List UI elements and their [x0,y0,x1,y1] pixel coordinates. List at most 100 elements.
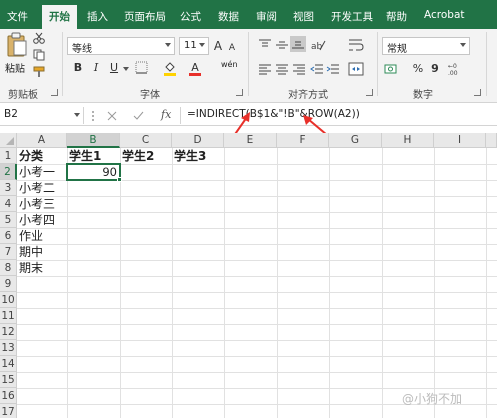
row-header[interactable]: 1 [0,148,17,164]
wrap-text-icon[interactable] [348,38,364,52]
tab-acrobat[interactable]: Acrobat [424,9,465,21]
row-header[interactable]: 7 [0,244,17,260]
tab-review[interactable]: 审阅 [256,9,277,24]
column-header[interactable]: E [224,133,277,148]
cell-D1[interactable]: 学生3 [172,148,224,164]
tab-help[interactable]: 帮助 [386,9,407,24]
right-align-icon[interactable] [292,63,306,75]
number-format-field[interactable]: 常规 [382,37,470,55]
paste-label: 粘贴 [5,64,25,75]
cell-A8[interactable]: 期末 [17,260,67,276]
row-header[interactable]: 5 [0,212,17,228]
cell-A2[interactable]: 小考一 [17,164,67,180]
name-box[interactable]: B2 [0,107,84,124]
middle-align-icon[interactable] [275,39,289,51]
font-launcher-icon[interactable] [236,89,243,96]
phonetic-button[interactable]: wén [221,60,238,69]
row-header[interactable]: 9 [0,276,17,292]
column-header[interactable]: A [17,133,67,148]
bottom-align-button[interactable] [290,36,306,52]
insert-function-icon[interactable]: fx [161,108,171,121]
font-color-button[interactable]: A [189,60,201,76]
font-size-field[interactable]: 11 [179,37,209,55]
row-header-selected[interactable]: 2 [0,164,17,180]
tab-home[interactable]: 开始 [42,5,77,29]
clipboard-launcher-icon[interactable] [51,89,58,96]
cell-A3[interactable]: 小考二 [17,180,67,196]
column-header[interactable]: D [172,133,224,148]
row-header[interactable]: 8 [0,260,17,276]
column-header[interactable]: C [120,133,172,148]
cell-A7[interactable]: 期中 [17,244,67,260]
fill-handle[interactable] [117,177,122,182]
cell-A1[interactable]: 分类 [17,148,67,164]
gridline [17,292,497,293]
row-header[interactable]: 4 [0,196,17,212]
column-header[interactable]: F [277,133,329,148]
tab-developer[interactable]: 开发工具 [331,9,373,24]
italic-button[interactable]: I [90,60,102,76]
tab-view[interactable]: 视图 [293,9,314,24]
bold-button[interactable]: B [71,60,85,76]
font-name-field[interactable]: 等线 [67,37,175,55]
center-align-icon[interactable] [275,63,289,75]
grow-font-button[interactable]: A [212,38,224,54]
worksheet-grid[interactable]: A B C D E F G H I 1 2 3 4 5 6 7 8 9 10 1… [0,133,497,418]
decrease-indent-icon[interactable] [310,63,324,75]
shrink-font-button[interactable]: A [227,40,237,56]
column-header[interactable]: I [434,133,486,148]
fill-color-icon[interactable] [163,60,177,76]
left-align-icon[interactable] [258,63,272,75]
alignment-group-label: 对齐方式 [288,90,328,101]
currency-icon[interactable] [384,62,400,76]
tab-insert[interactable]: 插入 [87,9,108,24]
comma-style-button[interactable]: 9 [430,61,440,77]
row-header[interactable]: 10 [0,292,17,308]
clipboard-icon [7,32,27,57]
underline-button[interactable]: U [108,60,120,76]
cell-A6[interactable]: 作业 [17,228,67,244]
border-icon[interactable] [135,61,148,74]
column-header[interactable] [486,133,497,148]
column-header-selected[interactable]: B [67,133,120,148]
row-header[interactable]: 14 [0,356,17,372]
top-align-icon[interactable] [258,39,272,51]
row-header[interactable]: 13 [0,340,17,356]
tab-formulas[interactable]: 公式 [180,9,201,24]
gridline [224,148,225,418]
decimal-icon[interactable]: ←0.00 [448,62,464,76]
chevron-down-icon[interactable] [123,67,129,71]
cell-A4[interactable]: 小考三 [17,196,67,212]
increase-indent-icon[interactable] [326,63,340,75]
tab-page-layout[interactable]: 页面布局 [124,9,166,24]
tab-data[interactable]: 数据 [218,9,239,24]
name-box-value: B2 [4,108,18,120]
formula-input[interactable]: =INDIRECT(B$1&"!B"&ROW(A2)) [187,108,360,120]
cell-B1[interactable]: 学生1 [67,148,120,164]
orientation-icon[interactable]: ab [310,38,326,52]
percent-button[interactable]: % [412,61,424,77]
enter-check-icon[interactable] [133,111,144,121]
copy-icon[interactable] [33,49,45,61]
column-header[interactable]: H [382,133,434,148]
paste-button[interactable]: 粘贴 [5,32,29,80]
merge-center-icon[interactable] [348,62,364,76]
alignment-launcher-icon[interactable] [366,89,373,96]
row-header[interactable]: 3 [0,180,17,196]
column-header[interactable]: G [329,133,382,148]
cell-C1[interactable]: 学生2 [120,148,172,164]
format-painter-icon[interactable] [33,66,45,78]
row-header[interactable]: 15 [0,372,17,388]
chevron-down-icon [460,43,466,47]
row-header[interactable]: 17 [0,404,17,418]
row-header[interactable]: 11 [0,308,17,324]
row-header[interactable]: 16 [0,388,17,404]
cancel-icon[interactable] [107,111,117,121]
tab-file[interactable]: 文件 [7,9,28,24]
row-header[interactable]: 12 [0,324,17,340]
row-header[interactable]: 6 [0,228,17,244]
cut-icon[interactable] [33,32,45,44]
cell-A5[interactable]: 小考四 [17,212,67,228]
corner-triangle-icon [6,137,14,145]
number-launcher-icon[interactable] [474,89,481,96]
